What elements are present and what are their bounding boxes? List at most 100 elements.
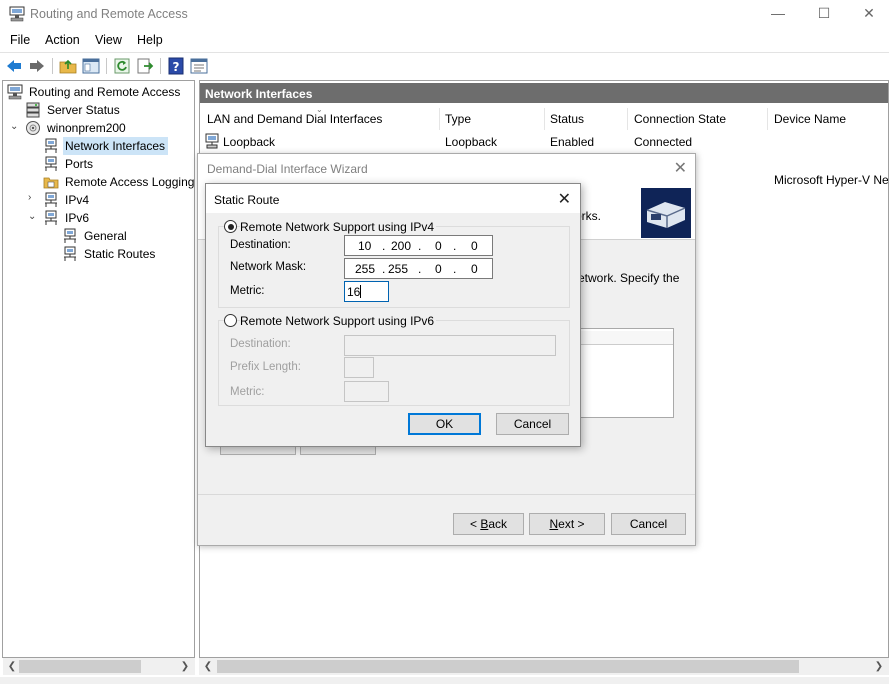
ipv6-destination-field[interactable] xyxy=(344,335,556,356)
ip-octet: 255 xyxy=(388,262,409,276)
loopback-interface-icon xyxy=(205,133,219,149)
chevron-right-icon[interactable]: › xyxy=(28,192,31,203)
minimize-button[interactable]: — xyxy=(755,0,801,28)
menu-file[interactable]: File xyxy=(10,33,30,47)
next-button[interactable]: Next > xyxy=(529,513,605,535)
ip-octet: 0 xyxy=(435,262,442,276)
svg-text:?: ? xyxy=(173,60,180,74)
toolbar: ? xyxy=(0,52,889,78)
prefix-length-field[interactable] xyxy=(344,357,374,378)
back-button[interactable]: < Back xyxy=(453,513,524,535)
column-header-connection-state[interactable]: Connection State xyxy=(634,112,726,126)
menu-view[interactable]: View xyxy=(95,33,122,47)
up-folder-icon[interactable] xyxy=(59,57,77,75)
window-title: Routing and Remote Access xyxy=(30,7,188,21)
close-icon[interactable]: ✕ xyxy=(558,189,571,209)
tree-label: IPv6 xyxy=(65,211,90,225)
ipv6-metric-field[interactable] xyxy=(344,381,389,402)
scroll-right-icon[interactable]: ❯ xyxy=(178,659,192,674)
close-button[interactable]: ✕ xyxy=(846,0,889,28)
dialog-title-bar: Static Route ✕ xyxy=(206,184,580,213)
chevron-down-icon[interactable]: ⌄ xyxy=(10,121,18,132)
menu-help[interactable]: Help xyxy=(137,33,163,47)
dialog-title: Static Route xyxy=(214,193,280,207)
cell-type: Loopback xyxy=(445,135,498,149)
show-hide-tree-icon[interactable] xyxy=(82,57,100,75)
destination-label: Destination: xyxy=(230,239,291,251)
details-horizontal-scrollbar[interactable]: ❮ ❯ xyxy=(199,658,889,675)
scrollbar-thumb[interactable] xyxy=(217,660,799,673)
pane-header: Network Interfaces xyxy=(200,83,888,103)
export-list-icon[interactable] xyxy=(136,57,154,75)
scroll-right-icon[interactable]: ❯ xyxy=(872,659,886,674)
column-header-status[interactable]: Status xyxy=(550,112,584,126)
ipv6-radio-label[interactable]: Remote Network Support using IPv6 xyxy=(240,314,437,328)
scroll-left-icon[interactable]: ❮ xyxy=(201,659,215,674)
ok-button[interactable]: OK xyxy=(408,413,481,435)
menu-action[interactable]: Action xyxy=(45,33,80,47)
title-bar: Routing and Remote Access — ☐ ✕ xyxy=(0,0,889,28)
ipv6-destination-label: Destination: xyxy=(230,338,291,350)
wizard-cancel-button[interactable]: Cancel xyxy=(611,513,686,535)
list-header xyxy=(579,331,673,345)
server-status-icon xyxy=(26,102,40,118)
column-divider[interactable] xyxy=(627,108,628,130)
scrollbar-thumb[interactable] xyxy=(19,660,141,673)
toolbar-separator xyxy=(160,58,161,74)
metric-value: 16 xyxy=(347,285,361,299)
ip-octet: 0 xyxy=(435,239,442,253)
ports-icon xyxy=(45,156,57,171)
network-mask-field[interactable]: 255 . 255 . 0 . 0 xyxy=(344,258,493,279)
column-header-device-name[interactable]: Device Name xyxy=(774,112,846,126)
wizard-routes-list[interactable] xyxy=(578,328,674,418)
status-bar xyxy=(0,677,889,684)
wizard-network-logo-icon xyxy=(641,188,691,238)
wizard-instruction-fragment: etwork. Specify the xyxy=(578,271,680,285)
scroll-left-icon[interactable]: ❮ xyxy=(5,659,19,674)
column-header-name[interactable]: LAN and Demand Dial Interfaces xyxy=(207,112,382,126)
help-icon[interactable]: ? xyxy=(167,57,185,75)
toolbar-separator xyxy=(52,58,53,74)
ipv6-radio[interactable] xyxy=(224,314,237,327)
ip-octet: 0 xyxy=(471,239,478,253)
metric-input[interactable]: 16 xyxy=(344,281,389,302)
maximize-button[interactable]: ☐ xyxy=(801,0,847,28)
column-header-type[interactable]: Type xyxy=(445,112,471,126)
general-icon xyxy=(64,228,76,243)
console-tree: Routing and Remote Access Server Status … xyxy=(2,80,195,658)
cancel-button[interactable]: Cancel xyxy=(496,413,569,435)
tree-label: Static Routes xyxy=(84,247,156,261)
back-arrow-icon[interactable] xyxy=(5,57,23,75)
properties-icon[interactable] xyxy=(190,57,208,75)
column-divider[interactable] xyxy=(544,108,545,130)
destination-ip-field[interactable]: 10 . 200 . 0 . 0 xyxy=(344,235,493,256)
server-globe-icon xyxy=(26,121,40,135)
tree-horizontal-scrollbar[interactable]: ❮ ❯ xyxy=(3,658,195,675)
network-mask-label: Network Mask: xyxy=(230,261,307,273)
column-divider[interactable] xyxy=(767,108,768,130)
logging-folder-icon xyxy=(43,177,59,189)
tree-label: General xyxy=(84,229,127,243)
tree-label: Remote Access Logging xyxy=(65,175,195,189)
ipv4-radio-label[interactable]: Remote Network Support using IPv4 xyxy=(240,220,437,234)
refresh-icon[interactable] xyxy=(113,57,131,75)
static-route-dialog: Static Route ✕ Remote Network Support us… xyxy=(205,183,581,447)
radio-dot xyxy=(227,223,234,230)
ip-octet: 255 xyxy=(355,262,376,276)
ipv6-icon xyxy=(45,210,57,225)
forward-arrow-icon[interactable] xyxy=(28,57,46,75)
toolbar-separator xyxy=(106,58,107,74)
ip-dot: . xyxy=(382,262,386,276)
tree-label: Ports xyxy=(65,157,94,171)
column-divider[interactable] xyxy=(439,108,440,130)
ipv4-icon xyxy=(45,192,57,207)
wizard-separator xyxy=(198,494,695,495)
close-icon[interactable]: ✕ xyxy=(674,158,687,178)
ip-dot: . xyxy=(418,262,422,276)
chevron-down-icon[interactable]: ⌄ xyxy=(28,211,36,222)
ipv6-metric-label: Metric: xyxy=(230,386,265,398)
ip-dot: . xyxy=(418,239,422,253)
network-interfaces-icon xyxy=(45,138,57,153)
ipv4-radio[interactable] xyxy=(224,220,237,233)
wizard-title: Demand-Dial Interface Wizard xyxy=(207,162,368,176)
